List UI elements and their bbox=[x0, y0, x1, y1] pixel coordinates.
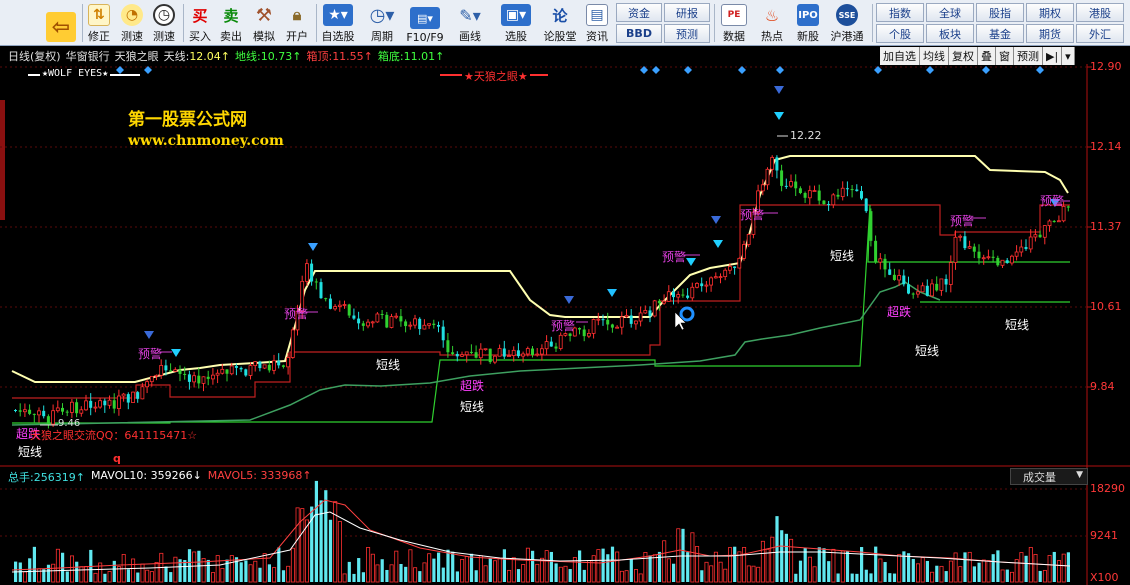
tianxian-line bbox=[11, 155, 1069, 383]
wolf-eyes-legend: ★WOLF EYES★ bbox=[40, 68, 111, 79]
stock-chart-app: ⇦ ⇅ 修正 ◔ 测速 ◷ 测速 买 买入 卖 卖出 ⚒ 模拟 🔒︎ 开户 ★▾… bbox=[0, 0, 1130, 585]
total-volume-item: 总手:256319↑ bbox=[8, 469, 85, 485]
price-axis-label: 12.14 bbox=[1090, 140, 1122, 153]
box-bottom-line bbox=[12, 204, 1070, 424]
warning-label: 预警 bbox=[740, 208, 765, 222]
mavol5-value: 333968↑ bbox=[260, 469, 312, 482]
price-axis-label: 12.90 bbox=[1090, 60, 1122, 73]
mavol10-item: MAVOL10: 359266↓ bbox=[91, 469, 202, 485]
high-price-label: 12.22 bbox=[790, 129, 822, 142]
chevron-down-icon: ▼ bbox=[1076, 470, 1083, 480]
total-volume-label: 总手: bbox=[8, 471, 34, 484]
short-term-label: 短线 bbox=[376, 358, 401, 372]
mavol5-label: MAVOL5: bbox=[207, 469, 257, 482]
indicator-selector[interactable]: 成交量 ▼ bbox=[1010, 468, 1088, 485]
warning-label: 预警 bbox=[1040, 194, 1065, 208]
short-term-label: 短线 bbox=[18, 445, 43, 459]
total-volume-value: 256319↑ bbox=[33, 471, 85, 484]
tianlang-legend: ★天狼之眼★ bbox=[462, 68, 530, 84]
short-term-label: 短线 bbox=[460, 400, 485, 414]
oversold-label: 超跌 bbox=[887, 305, 912, 319]
watermark-url: www.chnmoney.com bbox=[128, 133, 284, 149]
mavol5-item: MAVOL5: 333968↑ bbox=[208, 469, 312, 485]
warning-label: 预警 bbox=[138, 347, 163, 361]
mavol10-value: 359266↓ bbox=[150, 469, 202, 482]
warning-label: 预警 bbox=[551, 319, 576, 333]
price-axis-label: 10.61 bbox=[1090, 300, 1122, 313]
volume-axis-label: 18290 bbox=[1090, 482, 1125, 495]
oversold-label: 超跌 bbox=[460, 379, 485, 393]
warning-label: 预警 bbox=[284, 307, 309, 321]
kline-chart[interactable] bbox=[0, 0, 1130, 585]
short-term-label: 短线 bbox=[915, 344, 940, 358]
cursor-circle-icon bbox=[679, 306, 695, 322]
warning-label: 预警 bbox=[662, 250, 687, 264]
volume-info-bar: 总手:256319↑ MAVOL10: 359266↓ MAVOL5: 3339… bbox=[0, 469, 312, 485]
watermark-title: 第一股票公式网 bbox=[128, 110, 247, 130]
price-axis-label: 9.84 bbox=[1090, 380, 1115, 393]
qq-contact-text: 天狼之眼交流QQ：641115471☆ bbox=[30, 429, 198, 442]
indicator-selector-label: 成交量 bbox=[1023, 470, 1056, 484]
short-term-label: 短线 bbox=[1005, 318, 1030, 332]
warning-label: 预警 bbox=[950, 214, 975, 228]
price-axis-label: 11.37 bbox=[1090, 220, 1122, 233]
volume-axis-label: 9241 bbox=[1090, 529, 1118, 542]
short-term-label: 短线 bbox=[830, 249, 855, 263]
q-marker: q bbox=[113, 452, 121, 465]
volume-axis-unit: X100 bbox=[1090, 571, 1119, 584]
mavol10-label: MAVOL10: bbox=[90, 469, 148, 482]
